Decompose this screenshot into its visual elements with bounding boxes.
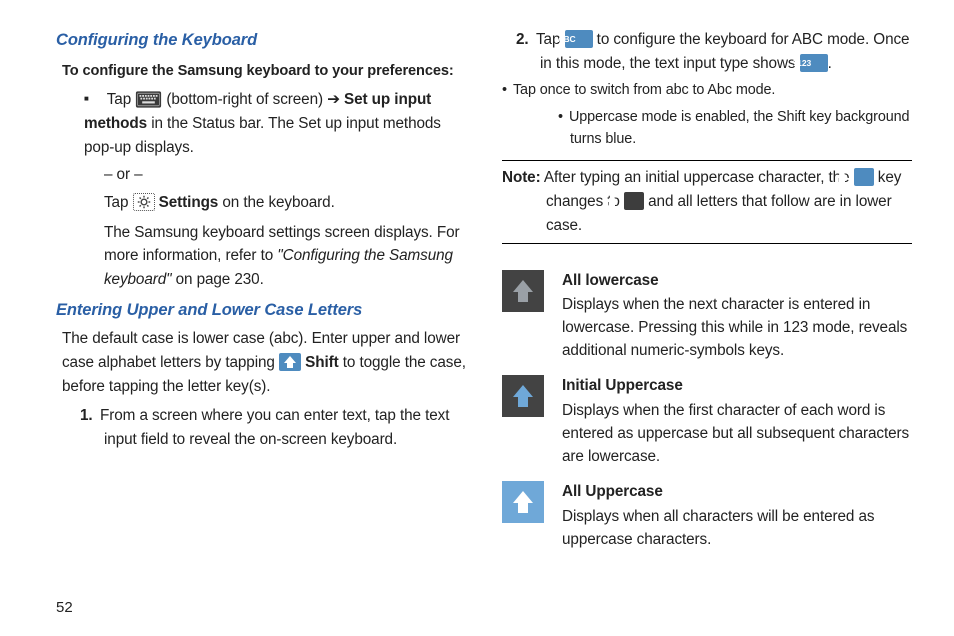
settings-icon: [133, 193, 155, 211]
paragraph-case: The default case is lower case (abc). En…: [56, 327, 466, 398]
bullet-dot: [502, 82, 513, 98]
row-body: Displays when all characters will be ent…: [562, 508, 874, 548]
row-title: All Uppercase: [562, 481, 912, 504]
step-2: 2.Tap ABC to configure the keyboard for …: [502, 28, 912, 75]
intro-line: To configure the Samsung keyboard to you…: [56, 60, 466, 83]
row-title: Initial Uppercase: [562, 375, 912, 398]
or-line: – or –: [56, 163, 466, 187]
all-uppercase-icon: [502, 481, 544, 523]
arrow-icon: ➔: [327, 91, 340, 108]
row-body: Displays when the next character is ente…: [562, 296, 907, 359]
shift-icon: [279, 353, 301, 371]
all-lowercase-icon: [502, 270, 544, 312]
shift-grey-icon: [624, 192, 644, 210]
heading-upperlower: Entering Upper and Lower Case Letters: [56, 298, 466, 324]
square-bullet: [84, 91, 107, 108]
row-all-lowercase: All lowercase Displays when the next cha…: [502, 270, 912, 364]
q123-mode-icon: ?123: [800, 54, 828, 72]
heading-configuring: Configuring the Keyboard: [56, 28, 466, 54]
keyboard-icon: [135, 90, 162, 109]
bullet-3: The Samsung keyboard settings screen dis…: [56, 221, 466, 292]
row-title: All lowercase: [562, 270, 912, 293]
case-table: All lowercase Displays when the next cha…: [502, 270, 912, 552]
step-2-sub1: Tap once to switch from abc to Abc mode.: [502, 79, 912, 101]
page-number: 52: [56, 599, 73, 616]
shift-blue-icon: [854, 168, 874, 186]
step-2-sub2: Uppercase mode is enabled, the Shift key…: [558, 106, 912, 151]
row-body: Displays when the first character of eac…: [562, 402, 909, 465]
right-column: 2.Tap ABC to configure the keyboard for …: [502, 28, 912, 588]
page-columns: Configuring the Keyboard To configure th…: [56, 28, 912, 588]
row-all-uppercase: All Uppercase Displays when all characte…: [502, 481, 912, 552]
left-column: Configuring the Keyboard To configure th…: [56, 28, 466, 588]
bullet-2: Tap Settings on the keyboard.: [56, 191, 466, 215]
step-1: 1.From a screen where you can enter text…: [56, 404, 466, 451]
row-initial-uppercase: Initial Uppercase Displays when the firs…: [502, 375, 912, 469]
bullet-1: Tap (bottom-right of screen) ➔ Set up in…: [56, 88, 466, 159]
initial-uppercase-icon: [502, 375, 544, 417]
abc-mode-icon: ABC: [565, 30, 593, 48]
bullet-dot: [558, 109, 569, 125]
note-box: Note: After typing an initial uppercase …: [502, 160, 912, 243]
